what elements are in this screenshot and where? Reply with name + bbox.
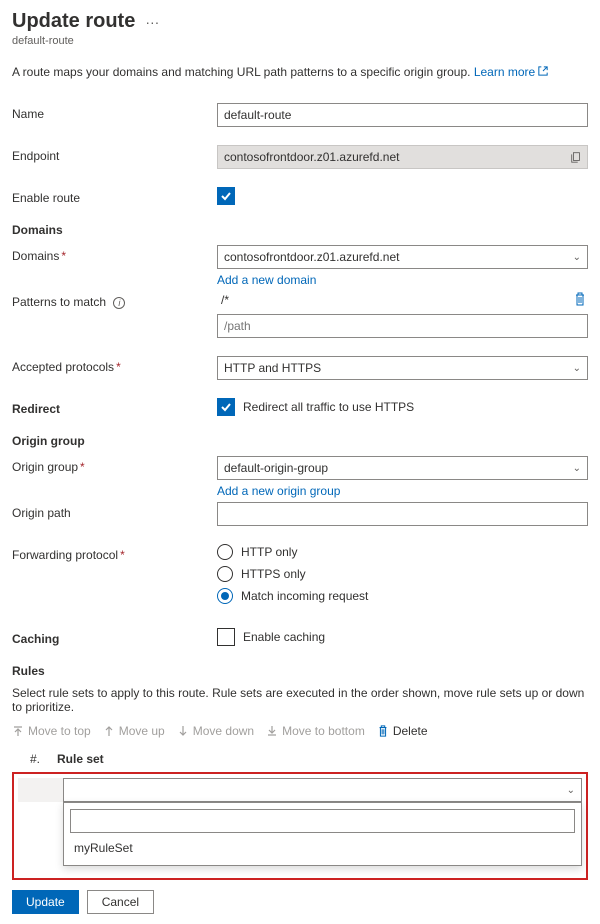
ruleset-highlight-area: ⌄ myRuleSet xyxy=(12,772,588,880)
ruleset-option[interactable]: myRuleSet xyxy=(70,833,575,859)
forwarding-radio-http[interactable] xyxy=(217,544,233,560)
chevron-down-icon: ⌄ xyxy=(567,785,575,796)
chevron-down-icon: ⌄ xyxy=(573,363,581,374)
more-icon[interactable]: ··· xyxy=(145,14,159,30)
chevron-down-icon: ⌄ xyxy=(573,252,581,263)
domains-label: Domains* xyxy=(12,245,217,263)
move-bottom-button: Move to bottom xyxy=(266,724,365,738)
name-label: Name xyxy=(12,103,217,121)
forwarding-radio-match[interactable] xyxy=(217,588,233,604)
redirect-label: Redirect xyxy=(12,398,217,416)
chevron-down-icon: ⌄ xyxy=(573,463,581,474)
column-ruleset-header: Rule set xyxy=(57,752,588,766)
protocols-label: Accepted protocols* xyxy=(12,356,217,374)
caching-checkbox[interactable] xyxy=(217,628,235,646)
origin-group-section-header: Origin group xyxy=(12,434,588,448)
rules-toolbar: Move to top Move up Move down Move to bo… xyxy=(12,724,588,738)
protocols-select[interactable]: HTTP and HTTPS ⌄ xyxy=(217,356,588,380)
forwarding-option-http: HTTP only xyxy=(241,545,297,559)
move-up-button: Move up xyxy=(103,724,165,738)
domains-selected-value: contosofrontdoor.z01.azurefd.net xyxy=(224,250,399,264)
origin-group-value: default-origin-group xyxy=(224,461,328,475)
ruleset-dropdown: myRuleSet xyxy=(63,802,582,866)
ruleset-search-input[interactable] xyxy=(70,809,575,833)
page-description: A route maps your domains and matching U… xyxy=(12,65,588,79)
domains-section-header: Domains xyxy=(12,223,588,237)
redirect-checkbox[interactable] xyxy=(217,398,235,416)
forwarding-option-match: Match incoming request xyxy=(241,589,368,603)
protocols-value: HTTP and HTTPS xyxy=(224,361,321,375)
delete-pattern-icon[interactable] xyxy=(574,292,588,309)
endpoint-display: contosofrontdoor.z01.azurefd.net xyxy=(217,145,588,169)
endpoint-label: Endpoint xyxy=(12,145,217,163)
name-input xyxy=(217,103,588,127)
learn-more-link[interactable]: Learn more xyxy=(474,65,548,79)
description-text: A route maps your domains and matching U… xyxy=(12,65,470,79)
origin-path-input[interactable] xyxy=(217,502,588,526)
forwarding-radio-https[interactable] xyxy=(217,566,233,582)
add-origin-group-link[interactable]: Add a new origin group xyxy=(217,484,588,498)
enable-route-checkbox[interactable] xyxy=(217,187,235,205)
caching-text: Enable caching xyxy=(243,630,325,644)
endpoint-value: contosofrontdoor.z01.azurefd.net xyxy=(224,150,399,164)
pattern-input[interactable] xyxy=(217,314,588,338)
info-icon[interactable]: i xyxy=(113,297,125,309)
rules-section-header: Rules xyxy=(12,664,588,678)
external-link-icon xyxy=(538,65,548,79)
origin-group-label: Origin group* xyxy=(12,456,217,474)
origin-group-select[interactable]: default-origin-group ⌄ xyxy=(217,456,588,480)
forwarding-label: Forwarding protocol* xyxy=(12,544,217,562)
page-title: Update route xyxy=(12,10,135,33)
column-number-header: #. xyxy=(12,752,57,766)
page-subtitle: default-route xyxy=(12,35,588,47)
move-down-button: Move down xyxy=(177,724,254,738)
pattern-value: /* xyxy=(217,291,568,309)
origin-path-label: Origin path xyxy=(12,502,217,520)
ruleset-select[interactable]: ⌄ xyxy=(63,778,582,802)
forwarding-option-https: HTTPS only xyxy=(241,567,306,581)
cancel-button[interactable]: Cancel xyxy=(87,890,154,914)
update-button[interactable]: Update xyxy=(12,890,79,914)
add-domain-link[interactable]: Add a new domain xyxy=(217,273,588,287)
caching-label: Caching xyxy=(12,628,217,646)
enable-route-label: Enable route xyxy=(12,187,217,205)
domains-select[interactable]: contosofrontdoor.z01.azurefd.net ⌄ xyxy=(217,245,588,269)
redirect-text: Redirect all traffic to use HTTPS xyxy=(243,400,414,414)
rules-description: Select rule sets to apply to this route.… xyxy=(12,686,588,714)
delete-ruleset-button[interactable]: Delete xyxy=(377,724,428,738)
ruleset-row-number xyxy=(18,778,63,802)
move-top-button: Move to top xyxy=(12,724,91,738)
patterns-label: Patterns to match i xyxy=(12,291,217,309)
copy-icon[interactable] xyxy=(569,150,583,164)
